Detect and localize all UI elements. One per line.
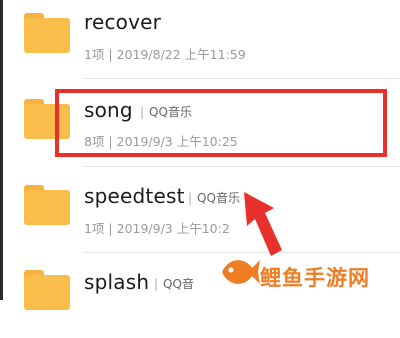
folder-meta: 1项 | 2019/8/22 上午11:59 <box>84 47 246 62</box>
row-divider <box>84 166 400 167</box>
fish-logo-icon <box>222 260 260 284</box>
folder-name: splash <box>84 270 150 294</box>
folder-app-tag: | QQ音 <box>154 277 194 291</box>
watermark-text: 鲤鱼手游网 <box>260 266 370 290</box>
folder-meta: 1项 | 2019/9/3 上午10:2 <box>84 221 230 236</box>
folder-icon <box>24 13 70 53</box>
folder-app-tag: | QQ音乐 <box>188 191 240 205</box>
folder-icon <box>24 185 70 225</box>
highlight-box <box>55 89 387 157</box>
folder-icon <box>24 270 70 310</box>
folder-row-recover[interactable]: recover 1项 | 2019/8/22 上午11:59 <box>0 0 400 76</box>
folder-row-speedtest[interactable]: speedtest | QQ音乐 1项 | 2019/9/3 上午10:2 <box>0 168 400 252</box>
row-divider <box>84 78 400 79</box>
folder-name: recover <box>84 10 162 34</box>
folder-name: speedtest <box>84 184 185 208</box>
watermark-logo: 鲤鱼手游网 <box>218 250 398 296</box>
